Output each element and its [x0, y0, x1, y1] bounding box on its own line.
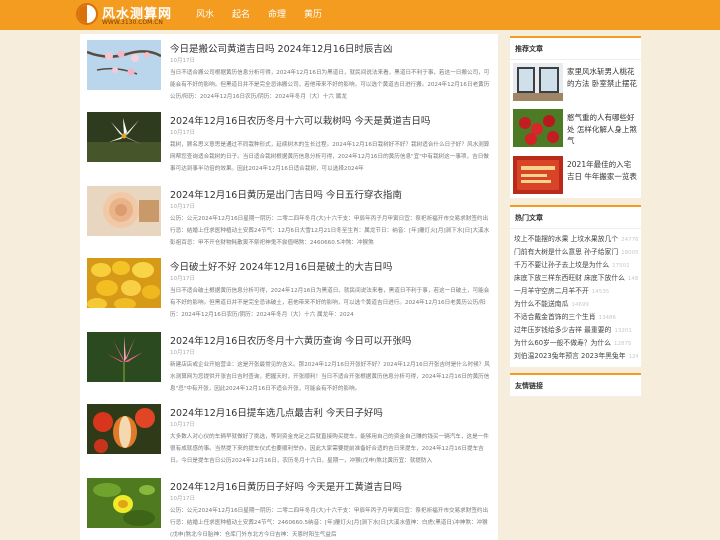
- article-thumbnail[interactable]: [87, 40, 161, 90]
- article-item[interactable]: 今日是搬公司黄道吉日吗 2024年12月16日时辰吉凶 10月17日 当日不适合…: [80, 34, 498, 106]
- hot-item-title[interactable]: 刘伯温2023兔年预言 2023年黑兔年: [514, 352, 626, 360]
- hot-item[interactable]: 刘伯温2023兔年预言 2023年黑兔年12439: [514, 350, 638, 362]
- hot-item[interactable]: 一月羊守空房二月羊不开 14535: [514, 285, 638, 297]
- article-title[interactable]: 2024年12月16日农历冬月十六可以栽树吗 今天是黄道吉日吗: [170, 113, 430, 127]
- recommend-thumbnail[interactable]: [513, 156, 563, 194]
- hot-panel: 热门文章 坟上不能摆的水果 上坟水果放几个 24776 门前有大树是什么意思 孙子…: [510, 205, 641, 367]
- hot-item[interactable]: 过年压岁钱给多少吉祥 最重要的 13201: [514, 324, 638, 336]
- hot-item-count: 17501: [612, 263, 630, 269]
- links-heading: 友情链接: [510, 373, 641, 397]
- recommend-item[interactable]: 憨气重的人有哪些好处 怎样化解人身上煞气: [513, 109, 638, 147]
- hot-item-count: 24776: [621, 237, 638, 243]
- article-thumbnail[interactable]: [87, 404, 161, 454]
- article-title[interactable]: 2024年12月16日黄历日子好吗 今天是开工黄道吉日吗: [170, 479, 402, 493]
- article-date: 10月17日: [170, 422, 195, 428]
- hot-item-count: 13201: [614, 328, 632, 334]
- article-thumbnail[interactable]: [87, 478, 161, 528]
- article-thumbnail[interactable]: [87, 186, 161, 236]
- article-title[interactable]: 今日是搬公司黄道吉日吗 2024年12月16日时辰吉凶: [170, 41, 392, 55]
- article-summary: 公历：公元2024年12月16日星期一阴历：二零二四年冬月(大)十六干支：甲辰年…: [170, 508, 489, 538]
- article-date: 10月17日: [170, 496, 195, 502]
- logo-url: WWW.3130.COM.CN: [102, 19, 163, 26]
- article-summary: 当日不适合破土根据黄历信息分析可得，2024年12月16日为黑道日，就民间说法来…: [170, 288, 490, 318]
- hot-item-count: 14699: [571, 302, 589, 308]
- article-summary: 新建店店或企业开始营业：这是开张最常见的含义。那2024年12月16日开张好不好…: [170, 362, 490, 392]
- main-nav: 风水 起名 命理 黄历: [196, 0, 340, 30]
- recommend-title[interactable]: 憨气重的人有哪些好处 怎样化解人身上煞气: [567, 112, 637, 147]
- hot-item-title[interactable]: 床底下放三样东西旺财 床底下放什么: [514, 274, 625, 282]
- hot-item-title[interactable]: 为什么不能送南瓜: [514, 300, 568, 308]
- article-title[interactable]: 2024年12月16日农历冬月十六黄历查询 今日可以开张吗: [170, 333, 411, 347]
- site-logo[interactable]: 风水测算网 WWW.3130.COM.CN: [76, 2, 182, 28]
- hot-item[interactable]: 为什么60岁一般不做寿？为什么 12875: [514, 337, 638, 349]
- hot-item[interactable]: 床底下放三样东西旺财 床底下放什么14895: [514, 272, 638, 284]
- nav-item-destiny[interactable]: 命理: [268, 0, 286, 30]
- article-item[interactable]: 2024年12月16日黄历是出门吉日吗 今日五行穿衣指南 10月17日 公历：公…: [80, 180, 498, 252]
- hot-item-title[interactable]: 为什么60岁一般不做寿？为什么: [514, 339, 611, 347]
- article-date: 10月17日: [170, 204, 195, 210]
- article-date: 10月17日: [170, 58, 195, 64]
- yin-yang-icon: [76, 3, 98, 25]
- article-item[interactable]: 2024年12月16日农历冬月十六可以栽树吗 今天是黄道吉日吗 10月17日 栽…: [80, 106, 498, 178]
- hot-item-title[interactable]: 千万不要让孙子去上坟是为什么: [514, 261, 609, 269]
- hot-heading: 热门文章: [510, 205, 641, 229]
- hot-item-title[interactable]: 一月羊守空房二月羊不开: [514, 287, 589, 295]
- article-date: 10月17日: [170, 130, 195, 136]
- hot-item-count: 12439: [628, 354, 638, 360]
- links-panel: 友情链接: [510, 373, 641, 397]
- article-date: 10月17日: [170, 276, 195, 282]
- article-item[interactable]: 2024年12月16日提车选几点最吉利 今天日子好吗 10月17日 大多数人对心…: [80, 398, 498, 470]
- hot-item[interactable]: 为什么不能送南瓜 14699: [514, 298, 638, 310]
- recommend-title[interactable]: 家里风水斩男人桃花的方法 卧室禁止摆花: [567, 66, 637, 89]
- recommend-heading: 推荐文章: [510, 36, 641, 60]
- hot-item-count: 14895: [627, 276, 638, 282]
- hot-item-title[interactable]: 坟上不能摆的水果 上坟水果放几个: [514, 235, 618, 243]
- hot-item-count: 14535: [591, 289, 610, 295]
- hot-item-count: 18005: [621, 250, 638, 256]
- article-item[interactable]: 2024年12月16日黄历日子好吗 今天是开工黄道吉日吗 10月17日 公历：公…: [80, 472, 498, 540]
- hot-item[interactable]: 千万不要让孙子去上坟是为什么 17501: [514, 259, 638, 271]
- hot-item[interactable]: 不适合戴金首饰的三个生肖 13486: [514, 311, 638, 323]
- article-title[interactable]: 2024年12月16日黄历是出门吉日吗 今日五行穿衣指南: [170, 187, 402, 201]
- recommend-item[interactable]: 家里风水斩男人桃花的方法 卧室禁止摆花: [513, 63, 638, 101]
- article-item[interactable]: 今日破土好不好 2024年12月16日是破土的大吉日吗 10月17日 当日不适合…: [80, 252, 498, 324]
- article-thumbnail[interactable]: [87, 258, 161, 308]
- article-date: 10月17日: [170, 350, 195, 356]
- top-navbar: 风水测算网 WWW.3130.COM.CN 风水 起名 命理 黄历: [0, 0, 720, 30]
- recommend-panel: 推荐文章 家里风水斩男人桃花的方法 卧室禁止摆花 憨气重的人有哪些好处 怎样化解…: [510, 36, 641, 198]
- recommend-title[interactable]: 2021年最佳的入宅吉日 牛年搬家一览表: [567, 159, 637, 182]
- article-summary: 栽树，顾名思义意思是通过不同栽种形式，延续树木的生长过程。2024年12月16日…: [170, 142, 490, 172]
- recommend-item[interactable]: 2021年最佳的入宅吉日 牛年搬家一览表: [513, 156, 638, 194]
- recommend-thumbnail[interactable]: [513, 109, 563, 147]
- article-title[interactable]: 2024年12月16日提车选几点最吉利 今天日子好吗: [170, 405, 383, 419]
- article-list: 今日是搬公司黄道吉日吗 2024年12月16日时辰吉凶 10月17日 当日不适合…: [80, 34, 498, 540]
- hot-item-title[interactable]: 过年压岁钱给多少吉祥 最重要的: [514, 326, 611, 334]
- nav-item-naming[interactable]: 起名: [232, 0, 250, 30]
- hot-item-count: 13486: [598, 315, 617, 321]
- article-summary: 公历：公元2024年12月16日星期一阴历：二零二四年冬月(大)十六干支：甲辰年…: [170, 216, 490, 246]
- hot-item[interactable]: 坟上不能摆的水果 上坟水果放几个 24776: [514, 233, 638, 245]
- nav-item-almanac[interactable]: 黄历: [304, 0, 322, 30]
- article-title[interactable]: 今日破土好不好 2024年12月16日是破土的大吉日吗: [170, 259, 392, 273]
- nav-item-fengshui[interactable]: 风水: [196, 0, 214, 30]
- article-item[interactable]: 2024年12月16日农历冬月十六黄历查询 今日可以开张吗 10月17日 新建店…: [80, 326, 498, 398]
- article-summary: 当日不适合搬公司根据黄历信息分析可得，2024年12月16日为黑道日，就民间说法…: [170, 70, 490, 100]
- recommend-thumbnail[interactable]: [513, 63, 563, 101]
- hot-item-count: 12875: [614, 341, 632, 347]
- article-thumbnail[interactable]: [87, 332, 161, 382]
- hot-item-title[interactable]: 门前有大树是什么意思 孙子给家门: [514, 248, 618, 256]
- hot-item-title[interactable]: 不适合戴金首饰的三个生肖: [514, 313, 596, 321]
- article-thumbnail[interactable]: [87, 112, 161, 162]
- hot-item[interactable]: 门前有大树是什么意思 孙子给家门 18005: [514, 246, 638, 258]
- article-summary: 大多数人对心仪的车辆早就做好了挑选，等到资金充足之后就直接购买提车，能够用自己的…: [170, 434, 489, 464]
